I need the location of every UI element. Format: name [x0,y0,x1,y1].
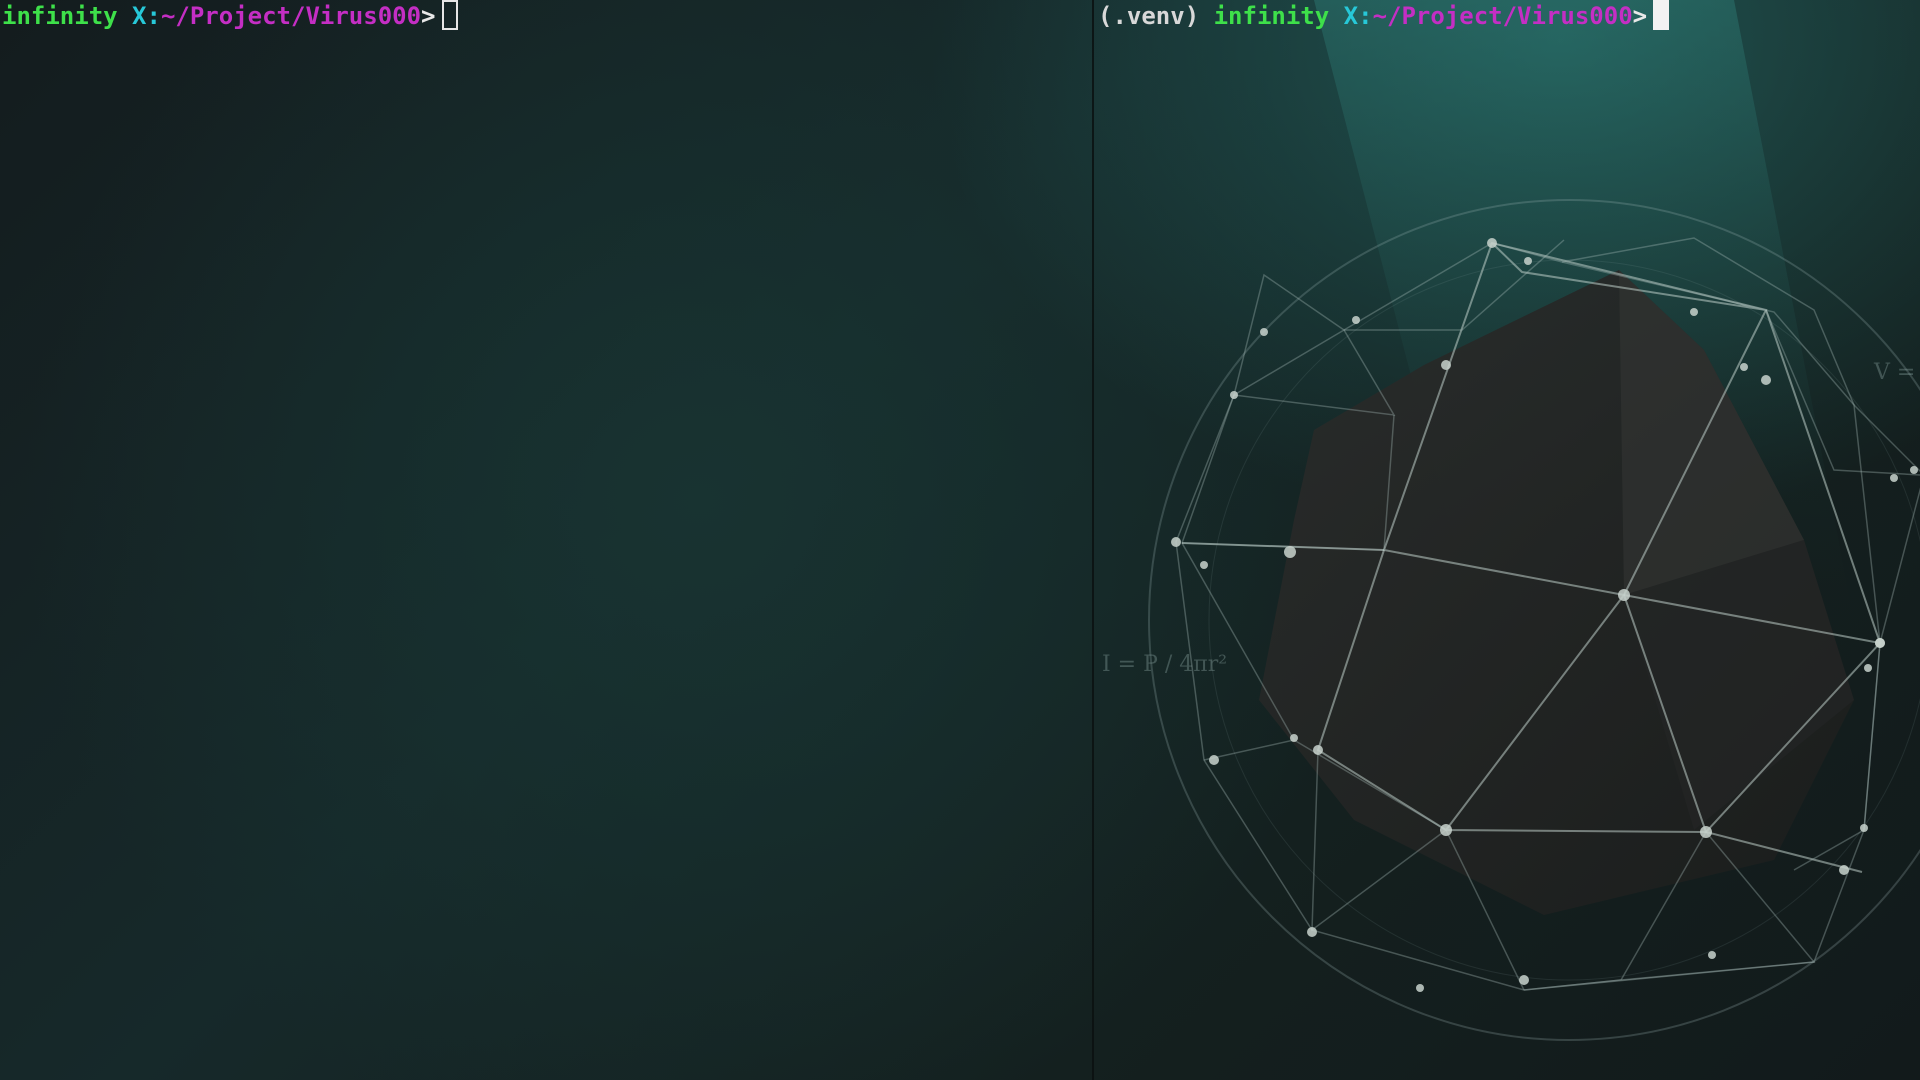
desktop-screen: infinity X:~/Project/Virus000> I = P / 4… [0,0,1920,1080]
prompt-host: X [1343,2,1359,30]
terminal-pane-right[interactable]: I = P / 4πr² V = 4/3 (.venv) infinity X:… [1094,0,1920,1080]
prompt-char: > [1632,2,1648,30]
prompt-path: ~/Project/Virus000 [1372,2,1633,30]
shell-prompt-right[interactable]: (.venv) infinity X:~/Project/Virus000> [1098,0,1670,30]
prompt-separator: : [1358,2,1373,30]
geodesic-sphere-icon [1148,0,1920,1041]
prompt-venv: (.venv) [1098,2,1200,30]
prompt-separator: : [146,2,161,30]
wallpaper-formula-right: V = 4/3 [1874,360,1916,385]
prompt-char: > [421,2,436,30]
prompt-host: X [132,2,147,30]
text-cursor-inactive [441,0,458,30]
prompt-user: infinity [2,2,118,30]
prompt-user: infinity [1213,2,1330,30]
terminal-pane-left[interactable]: infinity X:~/Project/Virus000> [0,0,1092,1080]
wallpaper-formula-left: I = P / 4πr² [1102,652,1228,677]
text-cursor-active [1653,0,1670,30]
prompt-path: ~/Project/Virus000 [160,2,422,30]
shell-prompt-left[interactable]: infinity X:~/Project/Virus000> [2,0,458,30]
